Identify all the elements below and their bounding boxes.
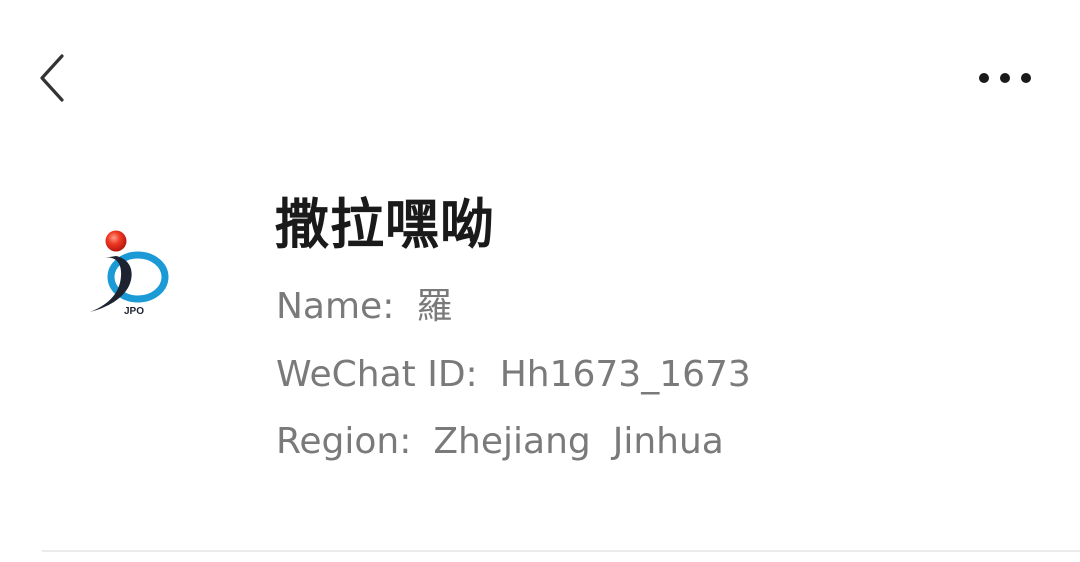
region-province: Zhejiang bbox=[433, 421, 591, 462]
wechat-id-value[interactable]: Hh1673_1673 bbox=[500, 354, 751, 395]
chevron-left-icon bbox=[40, 54, 64, 102]
avatar-logo-text: JPO bbox=[124, 306, 144, 317]
wechat-id-label: WeChat ID: bbox=[276, 354, 478, 395]
section-divider bbox=[42, 550, 1080, 552]
avatar[interactable]: JPO bbox=[70, 200, 200, 330]
name-value: 羅 bbox=[416, 286, 453, 327]
name-row: Name: 羅 bbox=[276, 283, 452, 331]
more-options-button[interactable] bbox=[972, 60, 1038, 96]
region-city: Jinhua bbox=[612, 421, 724, 462]
back-button[interactable] bbox=[30, 48, 78, 108]
region-row: Region: Zhejiang Jinhua bbox=[276, 418, 724, 466]
nickname: 撒拉嘿呦 bbox=[275, 193, 495, 256]
name-label: Name: bbox=[276, 286, 395, 327]
wechat-id-row[interactable]: WeChat ID: Hh1673_1673 bbox=[276, 351, 751, 399]
jpo-logo: JPO bbox=[90, 230, 169, 317]
more-horizontal-icon bbox=[979, 73, 1031, 83]
contact-profile-page: JPO 撒拉嘿呦 Name: 羅 WeChat ID: Hh1673_1673 Re… bbox=[0, 0, 1080, 562]
region-label: Region: bbox=[276, 421, 412, 462]
